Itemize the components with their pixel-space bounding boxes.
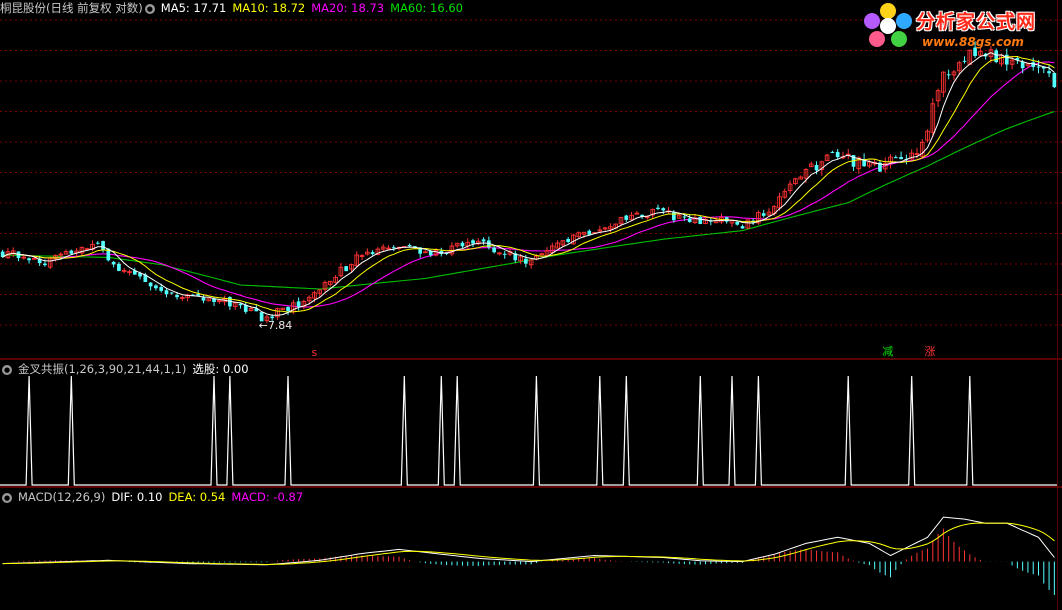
candle-body [370,252,375,255]
candle-body [159,287,164,291]
low-price-label: ←7.84 [258,318,293,332]
s-signal-text: s [311,346,318,359]
candle-body [286,307,290,312]
ma10-line [2,55,1055,313]
candle-body [407,244,412,247]
ma60-value: MA60: 16.60 [390,1,463,15]
stock-chart: 桐昆股份(日线 前复权 对数) ● MA5: 17.71 MA10: 18.72 MA2… [0,0,1062,610]
candle-body [164,290,169,295]
dea-line [2,522,1055,566]
candle-body [830,151,835,153]
candle-body [687,218,692,223]
candle-body [1047,71,1051,74]
candle-body [682,216,687,218]
indicator-value: 选股: 0.00 [192,362,249,376]
s-signal-label: s [311,346,317,359]
candle-body [471,240,475,244]
candle-body [492,247,496,253]
candle-body [1004,54,1009,65]
stock-title: 桐昆股份(日线 前复权 对数) [0,1,143,15]
candle-body [1052,73,1057,88]
candle-body [661,208,666,211]
site-logo[interactable]: 分析家公式网 www.88gs.com [862,2,1058,54]
candle-body [148,282,153,287]
candle-body [835,151,840,158]
candle-body [296,301,301,307]
candle-body [117,263,121,271]
candle-body [43,263,47,266]
macd-header: ● MACD(12,26,9) DIF: 0.10 DEA: 0.54 MACD: -0… [0,489,309,505]
candle-body [243,305,248,312]
candle-body [1036,66,1041,68]
candle-body [460,242,465,247]
low-price-value: 7.84 [267,318,293,332]
candle-body [587,230,592,235]
candle-body [740,226,745,229]
settings-dot-icon[interactable]: ● [2,492,12,503]
candle-body [698,216,703,224]
candle-body [101,241,105,251]
ma60-line [2,110,1055,290]
ma20-value: MA20: 18.73 [311,1,385,15]
signal-line [0,375,1057,486]
macd-value: MACD: -0.87 [231,490,304,504]
candle-body [270,316,275,319]
ma5-line [2,52,1055,316]
candle-body [27,258,31,261]
candle-body [201,297,206,301]
flower-logo-icon [864,3,912,47]
candle-body [502,253,507,255]
indicator-header: ● 金叉共振(1,26,3,90,21,44,1,1) 选股: 0.00 [0,361,255,377]
ma10-value: MA10: 18.72 [232,1,306,15]
ma20-line [2,61,1055,308]
logo-text: 分析家公式网 [916,11,1037,33]
jian-signal-label: 减 [882,345,893,358]
candle-body [69,250,74,254]
candle-body [761,213,766,216]
candle-body [735,221,740,225]
candle-body [238,303,243,306]
candle-body [481,239,486,242]
dif-value: DIF: 0.10 [111,490,163,504]
candle-body [962,60,967,62]
candle-body [946,74,951,76]
candle-body [1020,61,1025,69]
indicator-title: 金叉共振(1,26,3,90,21,44,1,1) [18,362,187,376]
candle-body [656,207,660,210]
candle-body [391,247,396,249]
candle-body [175,294,179,298]
jian-signal-text: 减 [882,345,894,358]
settings-dot-icon[interactable]: ● [2,364,12,375]
dif-line [2,516,1055,566]
logo-url: www.88gs.com [922,35,1024,49]
candle-body [624,215,629,220]
zhang-signal-label: 涨 [925,345,936,358]
candle-body [169,292,174,294]
candle-body [344,266,349,272]
zhang-signal-text: 涨 [924,345,936,358]
ma5-value: MA5: 17.71 [160,1,227,15]
candle-body [95,242,100,244]
candle-body [111,261,116,265]
main-header: 桐昆股份(日线 前复权 对数) ● MA5: 17.71 MA10: 18.72 MA2… [0,0,469,16]
candle-body [154,285,158,289]
chart-canvas [0,0,1062,610]
dea-value: DEA: 0.54 [168,490,226,504]
candle-body [899,157,903,160]
candle-body [566,239,570,242]
macd-title: MACD(12,26,9) [18,490,106,504]
candle-body [524,258,528,264]
candle-body [814,164,819,171]
candle-body [893,157,898,159]
settings-dot-icon[interactable]: ● [144,3,155,14]
